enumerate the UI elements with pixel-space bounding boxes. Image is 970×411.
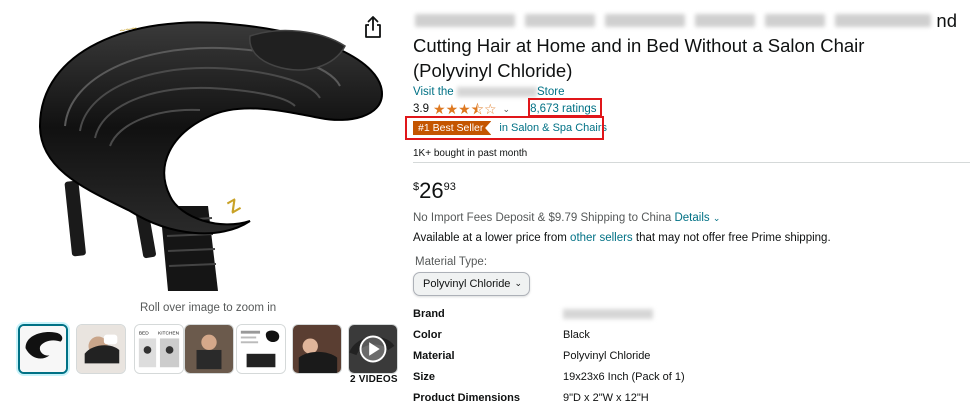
spec-key: Brand [413, 308, 445, 320]
store-name-redacted [456, 86, 537, 97]
thumbnail-1[interactable] [18, 324, 68, 374]
price: $2693 [413, 178, 456, 204]
material-type-label: Material Type: [415, 256, 488, 268]
chevron-down-icon[interactable]: ⌄ [503, 104, 511, 115]
best-seller-highlight-box [405, 116, 604, 140]
spec-value: 9"D x 2"W x 12"H [563, 392, 649, 404]
divider [413, 162, 970, 163]
thumbnail-video[interactable] [348, 324, 398, 374]
spec-key: Material [413, 350, 455, 362]
zoom-hint: Roll over image to zoom in [140, 302, 277, 314]
thumbnail-person-image [77, 325, 125, 373]
store-link[interactable]: Visit the Store [413, 86, 565, 98]
videos-count-label[interactable]: 2 VIDEOS [350, 374, 398, 385]
thumbnail-3[interactable]: BED KITCHEN [134, 324, 184, 374]
price-fraction: 93 [443, 181, 456, 193]
title-line-3: (Polyvinyl Chloride) [413, 60, 573, 81]
spec-value: Black [563, 329, 590, 341]
share-icon [365, 16, 381, 38]
spec-key: Size [413, 371, 436, 383]
star-half-icon: ⯪ [470, 101, 484, 117]
store-prefix: Visit the [413, 86, 454, 98]
main-product-image[interactable]: Z ~~~ [20, 6, 390, 298]
thumbnail-4[interactable] [184, 324, 234, 374]
chevron-down-icon[interactable]: ⌄ [713, 213, 721, 223]
star-rating[interactable]: ★ ★ ★ ⯪ ☆ [433, 102, 497, 116]
thumbnail-video-image [349, 325, 397, 373]
bought-in-past-month: 1K+ bought in past month [413, 148, 528, 159]
hair-washing-basin-image: Z ~~~ [38, 21, 384, 291]
spec-value-redacted [563, 308, 653, 320]
material-type-dropdown[interactable]: Polyvinyl Chloride ⌄ [413, 272, 530, 296]
thumbnail-salon-image [185, 325, 233, 373]
thumbnail-6[interactable] [292, 324, 342, 374]
rating-value: 3.9 [413, 103, 429, 115]
thumbnail-5[interactable] [236, 324, 286, 374]
thumbnail-basin-image [20, 326, 66, 372]
price-symbol: $ [413, 181, 420, 193]
lower-price-text: Available at a lower price from [413, 232, 567, 244]
ratings-highlight-box [528, 98, 602, 117]
svg-text:Z: Z [224, 195, 244, 218]
other-sellers-link[interactable]: other sellers [570, 232, 633, 244]
lower-price-notice: Available at a lower price from other se… [413, 232, 831, 244]
shipping-details-link[interactable]: Details [674, 212, 709, 224]
star-full-icon: ★ [445, 101, 459, 117]
material-selected: Polyvinyl Chloride [423, 278, 511, 290]
thumbnail-2[interactable] [76, 324, 126, 374]
lower-price-text-end: that may not offer free Prime shipping. [635, 232, 831, 244]
star-full-icon: ★ [433, 101, 446, 117]
shipping-text: No Import Fees Deposit & $9.79 Shipping … [413, 212, 672, 224]
thumbnail-usage-image: BED KITCHEN [135, 325, 183, 373]
share-button[interactable] [362, 14, 384, 40]
title-line-1-tail: nd [936, 10, 957, 31]
star-empty-icon: ☆ [483, 101, 497, 117]
shipping-info: No Import Fees Deposit & $9.79 Shipping … [413, 212, 720, 224]
spec-key: Product Dimensions [413, 392, 520, 404]
store-suffix: Store [537, 86, 565, 98]
title-line-2: Cutting Hair at Home and in Bed Without … [413, 35, 865, 56]
title-line-1-redacted: nd [413, 8, 963, 33]
spec-value: Polyvinyl Chloride [563, 350, 651, 362]
thumbnail-lifestyle-image [293, 325, 341, 373]
spec-value: 19x23x6 Inch (Pack of 1) [563, 371, 685, 383]
price-whole: 26 [419, 178, 444, 203]
product-title: nd Cutting Hair at Home and in Bed Witho… [413, 8, 963, 83]
thumb-bed-label: BED [139, 331, 149, 337]
spec-key: Color [413, 329, 442, 341]
chevron-down-icon: ⌄ [514, 278, 522, 288]
star-full-icon: ★ [458, 101, 471, 117]
thumbnail-dimensions-image [237, 325, 285, 373]
thumb-kitchen-label: KITCHEN [158, 331, 180, 337]
